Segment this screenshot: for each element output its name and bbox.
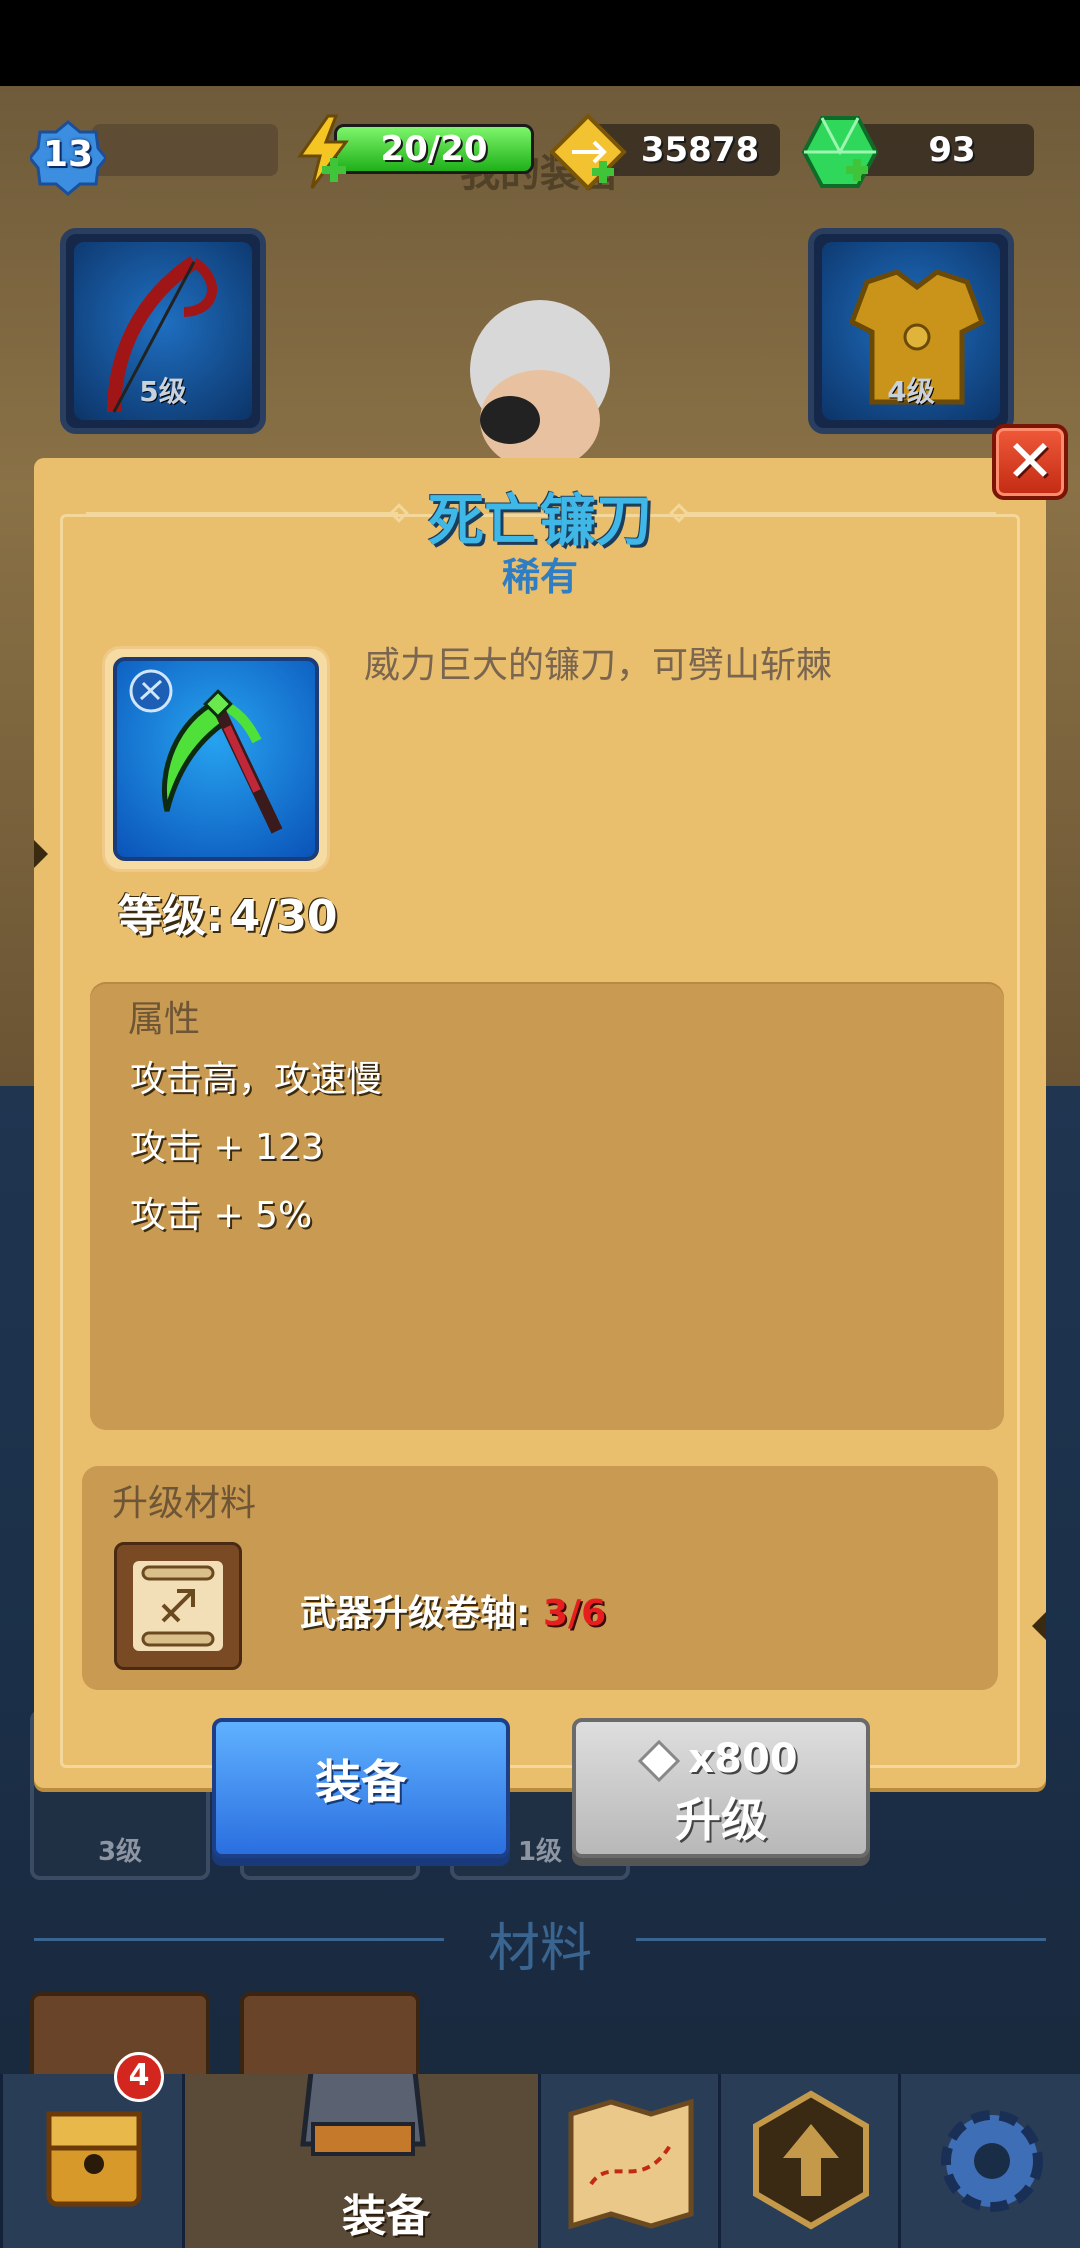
hero-portrait bbox=[470, 300, 610, 470]
item-level: 等级: 4/30 bbox=[112, 880, 338, 944]
attribute-row: 攻击 + 123 bbox=[130, 1127, 324, 1168]
map-icon bbox=[568, 2098, 694, 2230]
nav-tab-settings[interactable] bbox=[898, 2074, 1080, 2248]
gem-count: 93 bbox=[928, 130, 976, 170]
upgrade-button[interactable]: x800 升级 bbox=[572, 1718, 870, 1858]
upgrade-materials-title: 升级材料 bbox=[112, 1483, 257, 1524]
upgrade-arrow-icon bbox=[753, 2090, 869, 2230]
attribute-row: 攻击高，攻速慢 bbox=[130, 1059, 383, 1100]
scroll-icon bbox=[141, 1565, 215, 1647]
equipped-weapon-slot[interactable]: 5级 bbox=[60, 228, 266, 434]
top-hud: 13 20/20 35878 93 bbox=[0, 110, 1080, 196]
materials-section-title: 材料 bbox=[487, 1919, 592, 1979]
upgrade-cost-value: x800 bbox=[688, 1736, 798, 1782]
material-count: 3/6 bbox=[542, 1593, 607, 1634]
upgrade-cost: x800 bbox=[576, 1736, 866, 1783]
weapon-slot-level: 5级 bbox=[139, 375, 187, 408]
material-requirement: 武器升级卷轴: 3/6 bbox=[300, 1584, 606, 1636]
gear-icon bbox=[941, 2110, 1043, 2212]
status-bar bbox=[0, 0, 1080, 86]
nav-label-equipment: 装备 bbox=[342, 2191, 430, 2242]
close-icon: ✕ bbox=[1005, 427, 1055, 495]
equip-button[interactable]: 装备 bbox=[212, 1718, 510, 1858]
coin-count: 35878 bbox=[640, 130, 760, 170]
coin-diamond-icon bbox=[638, 1739, 681, 1783]
nav-tab-upgrade[interactable] bbox=[718, 2074, 898, 2248]
right-page-arrow[interactable] bbox=[1032, 1612, 1046, 1640]
lightning-icon[interactable] bbox=[292, 114, 356, 190]
scythe-icon bbox=[129, 669, 283, 834]
item-rarity: 稀有 bbox=[501, 555, 578, 599]
upgrade-button-label: 升级 bbox=[675, 1793, 767, 1847]
left-page-arrow[interactable] bbox=[34, 840, 48, 868]
player-level: 13 bbox=[42, 134, 94, 175]
nav-tab-chest[interactable] bbox=[0, 2074, 182, 2248]
energy-text: 20/20 bbox=[380, 129, 488, 169]
inventory-item-level: 3级 bbox=[97, 1837, 143, 1867]
material-slot[interactable] bbox=[114, 1542, 242, 1670]
item-level-value: 4/30 bbox=[229, 891, 338, 942]
treasure-chest-icon bbox=[46, 2111, 142, 2207]
attribute-row: 攻击 + 5% bbox=[130, 1195, 313, 1236]
item-description: 威力巨大的镰刀，可劈山斩棘 bbox=[364, 645, 833, 686]
xp-bar bbox=[92, 124, 278, 176]
close-button[interactable]: ✕ bbox=[992, 424, 1068, 500]
chest-notification-badge: 4 bbox=[114, 2052, 164, 2102]
item-name: 死亡镰刀 bbox=[428, 489, 652, 554]
attributes-title: 属性 bbox=[128, 999, 201, 1040]
armor-slot-level: 4级 bbox=[887, 375, 935, 408]
item-icon-frame bbox=[102, 646, 330, 872]
material-name: 武器升级卷轴: bbox=[300, 1593, 531, 1634]
gold-coin-icon[interactable] bbox=[548, 112, 628, 192]
equipped-armor-slot[interactable]: 4级 bbox=[808, 228, 1014, 434]
nav-tab-map[interactable] bbox=[538, 2074, 718, 2248]
energy-bar[interactable]: 20/20 bbox=[334, 124, 534, 174]
equip-button-label: 装备 bbox=[315, 1755, 407, 1809]
item-level-label: 等级: bbox=[118, 891, 224, 942]
